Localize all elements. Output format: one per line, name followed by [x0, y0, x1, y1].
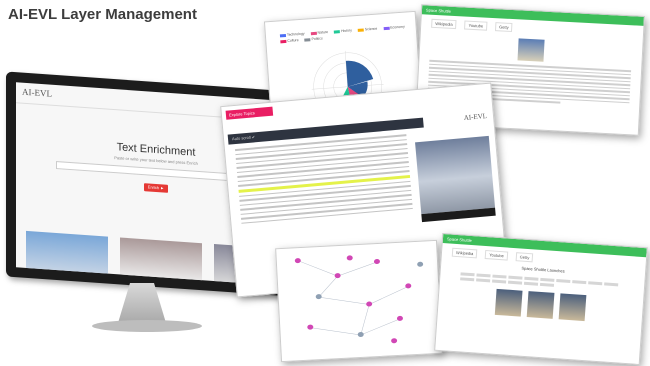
- tab-getty[interactable]: Getty: [515, 252, 534, 263]
- filter-chip[interactable]: [572, 280, 587, 285]
- graph-edge: [337, 261, 378, 277]
- tab-wikipedia[interactable]: Wikipedia: [451, 247, 478, 259]
- graph-edges: [296, 259, 409, 336]
- image-thumbnail[interactable]: [526, 291, 555, 319]
- filter-chip[interactable]: [507, 280, 523, 285]
- topic-graph-panel: [275, 239, 443, 363]
- filter-chip[interactable]: [523, 281, 539, 286]
- filter-chip[interactable]: [539, 282, 555, 287]
- video-player[interactable]: [415, 135, 496, 215]
- graph-edge: [360, 318, 401, 336]
- page-title: AI-EVL Layer Management: [8, 6, 197, 23]
- monitor-base: [92, 320, 202, 332]
- filter-chip[interactable]: [460, 277, 475, 282]
- filter-chip[interactable]: [556, 279, 571, 283]
- app-logo: AI-EVL: [463, 112, 488, 123]
- graph-edge: [360, 304, 370, 336]
- filter-chip[interactable]: [492, 279, 507, 284]
- filter-chip[interactable]: [508, 275, 523, 280]
- tab-getty[interactable]: Getty: [494, 22, 513, 33]
- filter-chip[interactable]: [492, 274, 507, 279]
- graph-edge: [296, 259, 338, 277]
- explore-topics-tab[interactable]: Explore Topics: [225, 106, 274, 120]
- tab-wikipedia[interactable]: Wikipedia: [431, 18, 457, 30]
- tab-youtube[interactable]: Youtube: [464, 20, 488, 31]
- result-image[interactable]: [120, 237, 202, 284]
- recommender-panel-images: Space Shuttle Wikipedia Youtube Getty Sp…: [434, 232, 648, 366]
- filter-chip[interactable]: [460, 272, 475, 277]
- filter-chip[interactable]: [476, 278, 491, 283]
- monitor-stand: [118, 283, 166, 323]
- image-thumbnail[interactable]: [558, 293, 587, 322]
- graph-edge: [318, 296, 370, 305]
- graph-edge: [369, 286, 409, 305]
- enrich-button[interactable]: Enrich ►: [144, 183, 168, 193]
- filter-chip[interactable]: [604, 282, 619, 287]
- app-logo: AI-EVL: [22, 86, 52, 99]
- filter-chip[interactable]: [540, 277, 555, 282]
- image-thumbnail[interactable]: [494, 288, 523, 317]
- result-image[interactable]: [26, 230, 108, 277]
- filter-chip[interactable]: [524, 276, 539, 281]
- article-thumbnail[interactable]: [517, 38, 545, 62]
- filter-chip[interactable]: [476, 273, 491, 278]
- graph-edge: [310, 327, 361, 336]
- tab-youtube[interactable]: Youtube: [484, 250, 509, 261]
- filter-chip[interactable]: [588, 281, 603, 286]
- rose-segment[interactable]: [345, 59, 374, 87]
